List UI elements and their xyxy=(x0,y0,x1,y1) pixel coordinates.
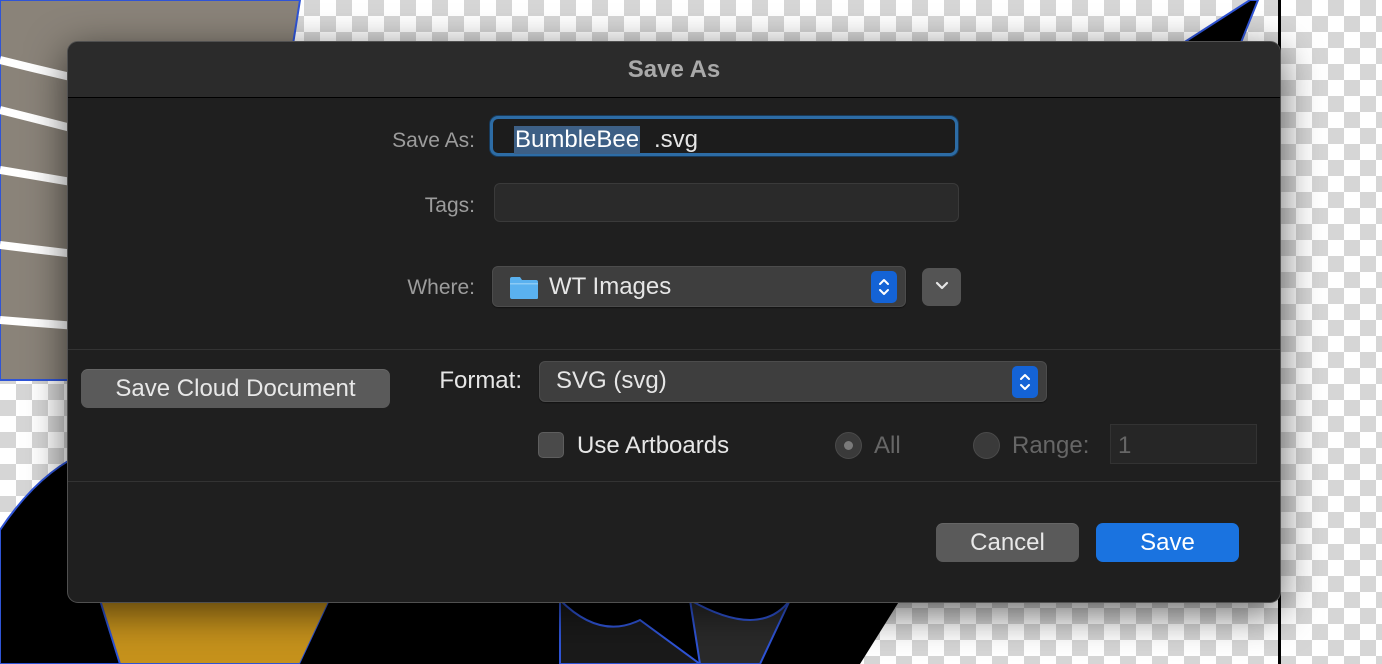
where-popup[interactable]: WT Images xyxy=(492,266,906,307)
tags-field[interactable] xyxy=(494,183,959,222)
range-value: 1 xyxy=(1118,432,1132,459)
save-as-dialog: Save As Save As: BumbleBee .svg Tags: Wh… xyxy=(67,41,1281,603)
divider xyxy=(68,349,1280,350)
folder-icon xyxy=(509,275,539,305)
filename-input[interactable]: BumbleBee .svg xyxy=(490,116,958,156)
use-artboards-checkbox[interactable] xyxy=(538,432,564,458)
format-stepper-icon xyxy=(1012,366,1038,398)
use-artboards-label: Use Artboards xyxy=(577,432,730,459)
radio-dot xyxy=(844,441,853,450)
all-label: All xyxy=(874,432,901,459)
dialog-title: Save As xyxy=(627,55,721,83)
range-radio[interactable] xyxy=(973,432,1000,459)
format-label: Format: xyxy=(439,367,522,394)
expand-dialog-button[interactable] xyxy=(922,268,961,306)
dialog-titlebar: Save As xyxy=(68,42,1280,98)
chevron-down-icon xyxy=(935,278,949,296)
divider xyxy=(68,481,1280,482)
range-label: Range: xyxy=(1012,432,1090,459)
save-cloud-document-button[interactable]: Save Cloud Document xyxy=(81,369,390,408)
format-value: SVG (svg) xyxy=(556,367,667,394)
all-radio[interactable] xyxy=(835,432,862,459)
cancel-button[interactable]: Cancel xyxy=(936,523,1079,562)
filename-selected-text: BumbleBee xyxy=(514,126,641,154)
format-popup[interactable]: SVG (svg) xyxy=(539,361,1047,402)
tags-label: Tags: xyxy=(424,194,475,217)
save-button[interactable]: Save xyxy=(1096,523,1239,562)
where-value: WT Images xyxy=(549,273,672,300)
save-as-label: Save As: xyxy=(392,129,475,152)
where-label: Where: xyxy=(407,276,475,299)
filename-extension: .svg xyxy=(654,126,699,153)
range-input[interactable]: 1 xyxy=(1110,424,1257,464)
where-stepper-icon xyxy=(871,271,897,303)
